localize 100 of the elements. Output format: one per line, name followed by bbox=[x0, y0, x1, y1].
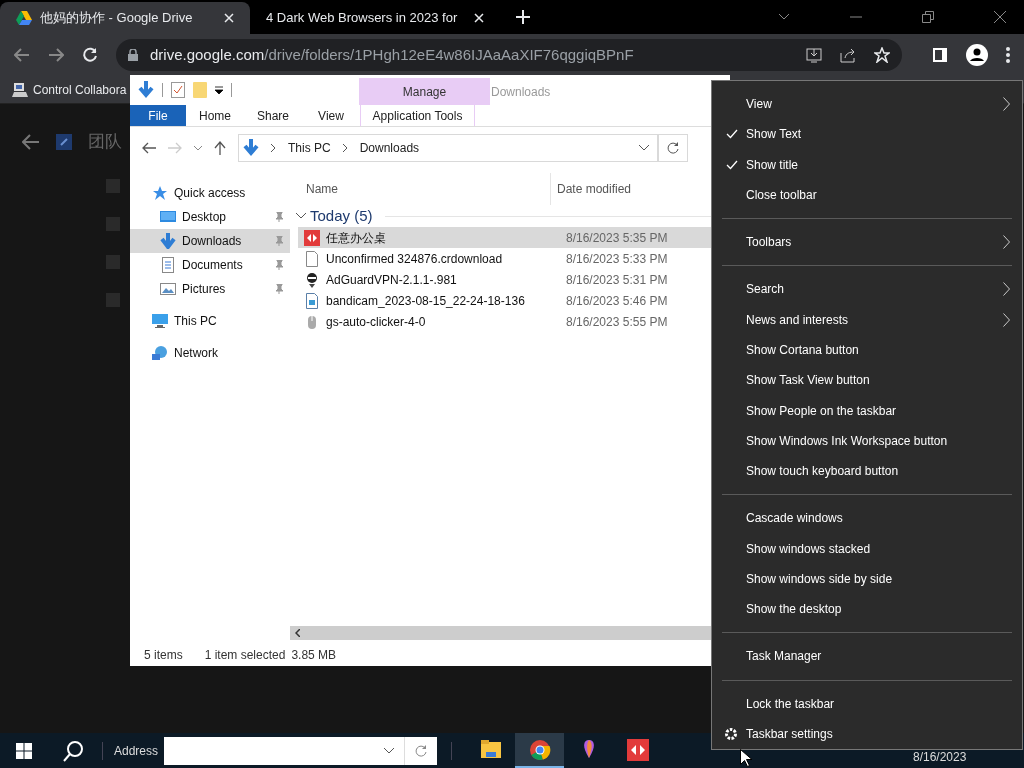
star-icon bbox=[152, 185, 168, 201]
menu-item[interactable]: Cascade windows bbox=[722, 503, 1012, 534]
download-icon[interactable] bbox=[138, 81, 154, 99]
restore-icon[interactable] bbox=[922, 11, 934, 23]
taskbar-app[interactable] bbox=[515, 733, 565, 768]
file-date: 8/16/2023 5:33 PM bbox=[566, 250, 668, 268]
picture-icon bbox=[160, 281, 176, 297]
status-text: 3.85 MB bbox=[291, 647, 337, 664]
bookmark-item[interactable]: Control Collabora bbox=[12, 80, 127, 99]
chevron-down-icon[interactable] bbox=[778, 13, 790, 21]
menu-item[interactable]: News and interests bbox=[722, 304, 1012, 335]
properties-icon[interactable] bbox=[171, 82, 185, 98]
up-icon[interactable] bbox=[214, 141, 226, 155]
menu-item[interactable]: Show windows stacked bbox=[722, 533, 1012, 564]
ribbon-tab[interactable]: File bbox=[130, 105, 186, 126]
menu-item[interactable]: Show Cortana button bbox=[722, 334, 1012, 366]
menu-item[interactable]: Show windows side by side bbox=[722, 563, 1012, 595]
file-name: 任意办公桌 bbox=[326, 229, 387, 247]
nav-item[interactable]: This PC bbox=[130, 309, 290, 333]
menu-item[interactable]: Show Text bbox=[722, 119, 1012, 150]
document-icon bbox=[160, 257, 176, 273]
browser-tab[interactable]: 他妈的协作 - Google Drive bbox=[0, 2, 250, 34]
ribbon-tab[interactable]: View bbox=[302, 105, 360, 126]
back-icon[interactable] bbox=[22, 133, 40, 150]
refresh-icon bbox=[667, 142, 679, 154]
tab-title: 他妈的协作 - Google Drive bbox=[40, 9, 194, 28]
nav-item[interactable]: Documents bbox=[130, 253, 290, 277]
window-title: Downloads bbox=[491, 84, 551, 101]
chevron-down-icon[interactable] bbox=[384, 747, 395, 754]
reload-icon[interactable] bbox=[82, 47, 98, 63]
browser-tab[interactable]: 4 Dark Web Browsers in 2023 for bbox=[250, 2, 500, 34]
mouse-cursor-icon bbox=[740, 749, 752, 767]
download-icon bbox=[243, 139, 259, 157]
menu-item[interactable]: Show Windows Ink Workspace button bbox=[722, 425, 1012, 456]
breadcrumb-item[interactable]: This PC bbox=[288, 139, 331, 157]
file-name: Unconfirmed 324876.crdownload bbox=[326, 250, 504, 268]
file-row[interactable]: gs-auto-clicker-4-0 8/16/2023 5:55 PM bbox=[298, 311, 722, 332]
group-header[interactable]: Today (5) bbox=[310, 204, 373, 228]
ribbon-tab[interactable]: Application Tools bbox=[360, 105, 475, 126]
chevron-down-icon[interactable] bbox=[639, 145, 649, 151]
more-icon[interactable] bbox=[1006, 47, 1010, 63]
video-file-icon bbox=[304, 292, 320, 309]
clock-date[interactable]: 8/16/2023 bbox=[913, 748, 967, 766]
side-panel-icon[interactable] bbox=[932, 47, 948, 63]
chevron-right-icon bbox=[271, 144, 276, 152]
folder-icon bbox=[479, 738, 502, 761]
forward-icon[interactable] bbox=[48, 48, 64, 62]
menu-item[interactable]: Show Task View button bbox=[722, 365, 1012, 396]
close-icon[interactable] bbox=[994, 11, 1006, 23]
computer-icon bbox=[12, 81, 28, 98]
nav-item[interactable]: Pictures bbox=[130, 277, 290, 301]
menu-item[interactable]: Task Manager bbox=[722, 641, 1012, 672]
file-name: gs-auto-clicker-4-0 bbox=[326, 313, 427, 331]
nav-item[interactable]: Downloads bbox=[130, 229, 290, 253]
address-input[interactable] bbox=[164, 736, 438, 765]
new-tab-icon[interactable] bbox=[516, 10, 530, 24]
chevron-down-icon[interactable] bbox=[296, 213, 306, 219]
tab-title: 4 Dark Web Browsers in 2023 for bbox=[266, 9, 459, 28]
menu-item[interactable]: Show People on the taskbar bbox=[722, 395, 1012, 426]
lock-icon bbox=[128, 49, 138, 61]
file-row[interactable]: Unconfirmed 324876.crdownload 8/16/2023 5:33 PM bbox=[298, 248, 722, 269]
menu-item[interactable]: View bbox=[722, 89, 1012, 120]
path-bar[interactable]: This PC Downloads bbox=[238, 134, 658, 162]
menu-item[interactable]: Lock the taskbar bbox=[722, 688, 1012, 719]
network-icon bbox=[152, 345, 168, 361]
nav-item[interactable]: Quick access bbox=[130, 181, 290, 205]
windows-icon[interactable] bbox=[16, 742, 32, 759]
star-icon[interactable] bbox=[874, 47, 890, 63]
install-icon[interactable] bbox=[806, 47, 822, 63]
file-row[interactable]: bandicam_2023-08-15_22-24-18-136 8/16/2023 5:46 PM bbox=[298, 290, 722, 311]
ribbon-tab[interactable]: Home bbox=[186, 105, 244, 126]
nav-item[interactable]: Desktop bbox=[130, 205, 290, 229]
refresh-button[interactable] bbox=[658, 134, 688, 162]
menu-item[interactable]: Search bbox=[722, 274, 1012, 305]
app-icon bbox=[304, 229, 320, 246]
back-icon[interactable] bbox=[142, 142, 156, 154]
menu-item[interactable]: Toolbars bbox=[722, 227, 1012, 258]
file-row[interactable]: AdGuardVPN-2.1.1-.981 8/16/2023 5:31 PM bbox=[298, 269, 722, 290]
breadcrumb-item[interactable]: Downloads bbox=[359, 139, 420, 157]
refresh-icon[interactable] bbox=[415, 744, 428, 757]
chevron-left-icon[interactable] bbox=[295, 629, 300, 637]
column-header[interactable]: Name bbox=[290, 180, 550, 198]
menu-item[interactable]: Close toolbar bbox=[722, 179, 1012, 211]
profile-icon[interactable] bbox=[966, 44, 988, 66]
menu-item[interactable]: Show title bbox=[722, 149, 1012, 180]
share-icon[interactable] bbox=[840, 47, 856, 63]
column-header[interactable]: Date modified bbox=[550, 173, 632, 205]
menu-item[interactable]: Show the desktop bbox=[722, 594, 1012, 625]
back-icon[interactable] bbox=[14, 48, 30, 62]
url-text: drive.google.com/drive/folders/1PHgh12eE4w86IJAaAaXIF76qggiqBPnF bbox=[150, 44, 634, 65]
menu-item[interactable]: Taskbar settings bbox=[722, 718, 1012, 750]
menu-item[interactable]: Show touch keyboard button bbox=[722, 456, 1012, 487]
ribbon-tab[interactable]: Share bbox=[244, 105, 302, 126]
file-name: bandicam_2023-08-15_22-24-18-136 bbox=[326, 292, 526, 310]
nav-item[interactable]: Network bbox=[130, 341, 290, 365]
address-bar[interactable]: drive.google.com/drive/folders/1PHgh12eE4w86IJAaAaXIF76qggiqBPnF bbox=[116, 39, 902, 71]
dropdown-icon[interactable] bbox=[215, 86, 223, 94]
search-icon[interactable] bbox=[62, 739, 84, 762]
chevron-down-icon[interactable] bbox=[194, 145, 202, 151]
file-date: 8/16/2023 5:46 PM bbox=[566, 292, 668, 310]
